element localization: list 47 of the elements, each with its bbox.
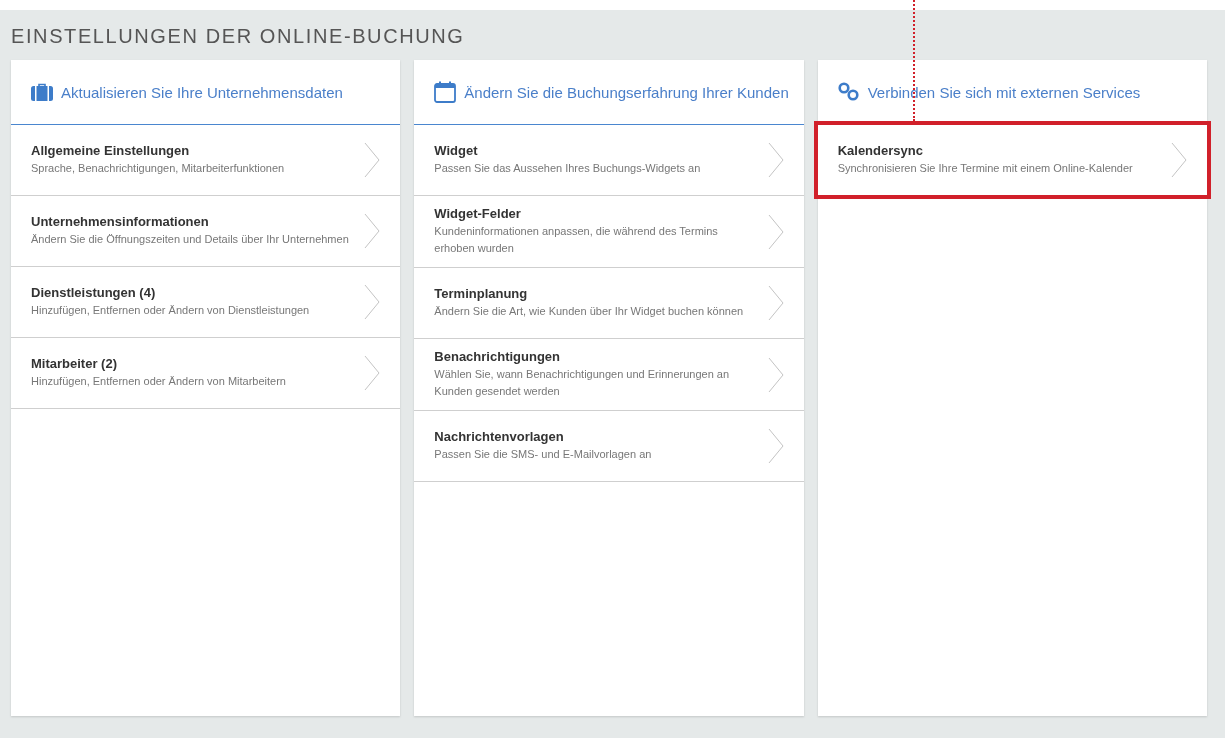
item-description: Hinzufügen, Entfernen oder Ändern von Mitarbeitern xyxy=(31,374,287,389)
item-title: Widget xyxy=(434,143,479,158)
item-description: Ändern Sie die Art, wie Kunden über Ihr Widget buchen können xyxy=(434,304,745,319)
chevron-right-icon xyxy=(364,284,381,320)
chevron-right-icon xyxy=(767,142,784,178)
briefcase-icon xyxy=(31,83,53,101)
item-description: Synchronisieren Sie Ihre Termine mit einem Online-Kalender xyxy=(837,161,1134,176)
item-description: Ändern Sie die Öffnungszeiten und Details über Ihr Unternehmen xyxy=(31,232,350,247)
settings-item[interactable]: Kalendersync Synchronisieren Sie Ihre Termine mit einem Online-Kalender xyxy=(817,125,1207,196)
item-description: Passen Sie das Aussehen Ihres Buchungs-Widgets an xyxy=(434,161,702,176)
item-description: Wählen Sie, wann Benachrichtigungen und Erinnerungen an Kunden gesendet werden xyxy=(434,367,731,399)
chevron-right-icon xyxy=(364,213,381,249)
card-heading: Verbinden Sie sich mit externen Services xyxy=(867,83,1141,101)
chevron-right-icon xyxy=(364,355,381,391)
page-title: EINSTELLUNGEN DER ONLINE-BUCHUNG xyxy=(11,24,466,48)
link-icon xyxy=(837,82,860,102)
chevron-right-icon xyxy=(767,428,784,464)
settings-item[interactable]: Widget-Felder Kundeninformationen anpassen, die während des Termins erhoben wurden xyxy=(414,196,804,268)
settings-item[interactable]: Allgemeine Einstellungen Sprache, Benachrichtigungen, Mitarbeiterfunktionen xyxy=(11,125,401,196)
chevron-right-icon xyxy=(767,285,784,321)
card-heading: Aktualisieren Sie Ihre Unternehmensdaten xyxy=(61,83,343,101)
settings-item[interactable]: Nachrichtenvorlagen Passen Sie die SMS- und E-Mailvorlagen an xyxy=(414,411,804,482)
item-title: Terminplanung xyxy=(434,286,529,301)
chevron-right-icon xyxy=(1171,142,1187,178)
item-description: Kundeninformationen anpassen, die während des Termins erhoben wurden xyxy=(434,224,719,256)
item-title: Unternehmensinformationen xyxy=(31,214,210,229)
item-description: Hinzufügen, Entfernen oder Ändern von Dienstleistungen xyxy=(31,303,311,318)
settings-item[interactable]: Benachrichtigungen Wählen Sie, wann Benachrichtigungen und Erinnerungen an Kunden gesendet werden xyxy=(414,339,804,411)
item-title: Benachrichtigungen xyxy=(434,349,561,364)
settings-item[interactable]: Terminplanung Ändern Sie die Art, wie Kunden über Ihr Widget buchen können xyxy=(414,268,804,339)
item-description: Passen Sie die SMS- und E-Mailvorlagen an xyxy=(434,447,653,462)
item-description: Sprache, Benachrichtigungen, Mitarbeiterfunktionen xyxy=(31,161,286,176)
settings-item[interactable]: Dienstleistungen (4) Hinzufügen, Entfernen oder Ändern von Dienstleistungen xyxy=(11,267,401,338)
calendar-icon xyxy=(434,81,457,103)
item-title: Kalendersync xyxy=(837,143,924,158)
chevron-right-icon xyxy=(767,356,784,393)
chevron-right-icon xyxy=(767,213,784,250)
item-title: Allgemeine Einstellungen xyxy=(31,143,191,158)
item-title: Widget-Felder xyxy=(434,206,522,221)
settings-item[interactable]: Unternehmensinformationen Ändern Sie die Öffnungszeiten und Details über Ihr Unternehmen xyxy=(11,196,401,267)
item-title: Nachrichtenvorlagen xyxy=(434,429,565,444)
card-heading: Ändern Sie die Buchungserfahrung Ihrer Kunden xyxy=(464,83,789,101)
chevron-right-icon xyxy=(364,142,381,178)
settings-item[interactable]: Mitarbeiter (2) Hinzufügen, Entfernen oder Ändern von Mitarbeitern xyxy=(11,338,401,409)
item-title: Mitarbeiter (2) xyxy=(31,356,118,371)
item-title: Dienstleistungen (4) xyxy=(31,285,157,300)
settings-item[interactable]: Widget Passen Sie das Aussehen Ihres Buchungs-Widgets an xyxy=(414,125,804,196)
